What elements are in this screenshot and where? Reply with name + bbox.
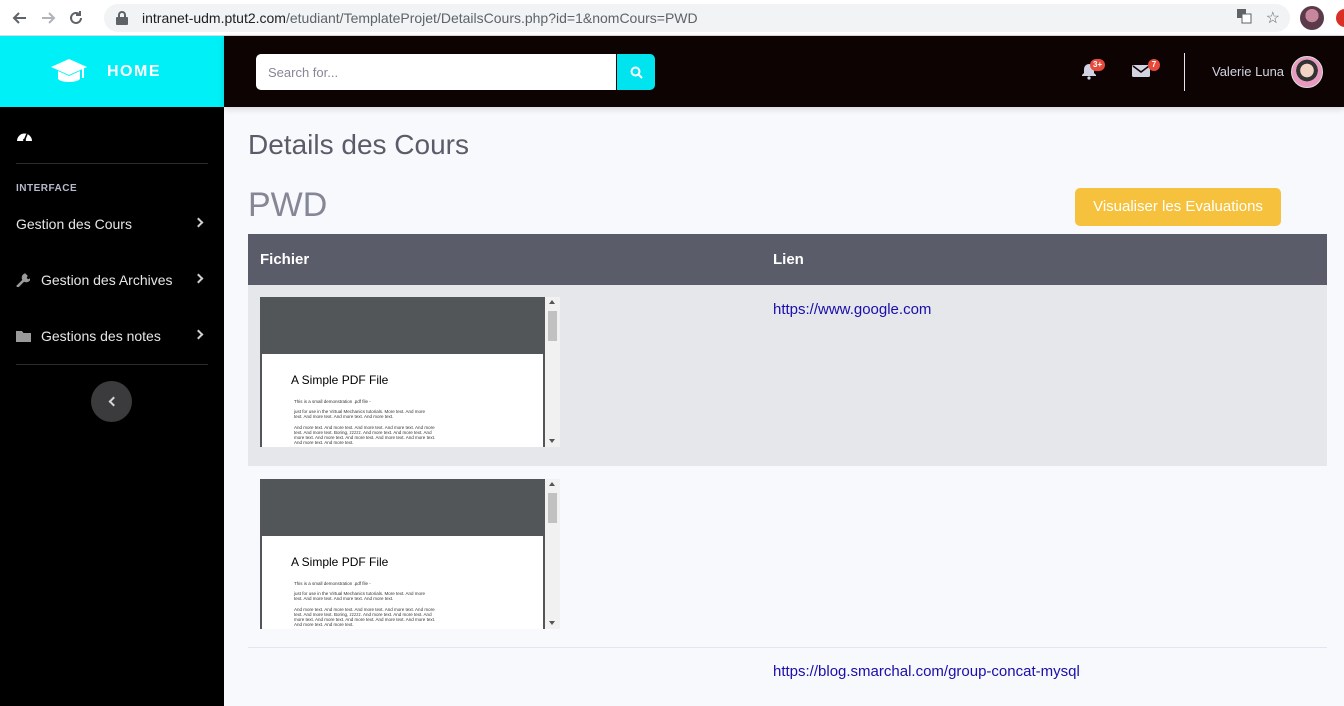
pdf-text: just for use in the Virtual Mechanics tu… [294, 591, 425, 601]
sidebar-divider [16, 163, 208, 164]
sidebar: HOME INTERFACE Gestion des Cours Gestion… [0, 36, 224, 706]
sidebar-item-label: Gestion des Archives [41, 272, 173, 288]
search-input[interactable] [256, 54, 616, 90]
search-button[interactable] [617, 54, 655, 90]
user-avatar[interactable] [1291, 56, 1323, 88]
course-files-table: Fichier Lien A Simple PDF File This is a… [248, 234, 1327, 706]
graduation-cap-icon [50, 57, 88, 87]
chevron-left-icon [108, 396, 118, 407]
chevron-right-icon [193, 217, 204, 228]
chevron-right-icon [193, 273, 204, 284]
scrollbar-thumb[interactable] [548, 493, 557, 523]
lock-icon [116, 11, 128, 25]
alerts-count-badge: 3+ [1090, 59, 1106, 71]
star-icon[interactable]: ☆ [1266, 8, 1280, 29]
pdf-text: This is a small demonstration .pdf file … [294, 399, 371, 404]
forward-arrow-icon[interactable] [34, 4, 62, 32]
reload-icon[interactable] [62, 4, 90, 32]
folder-icon [16, 330, 41, 342]
brand-text: HOME [107, 62, 161, 80]
pdf-page: A Simple PDF File This is a small demons… [262, 354, 543, 447]
sidebar-item-gestions-notes[interactable]: Gestions des notes [16, 324, 208, 348]
pdf-viewer-background: A Simple PDF File This is a small demons… [260, 479, 545, 629]
pdf-scrollbar[interactable] [545, 297, 560, 447]
pdf-text: just for use in the Virtual Mechanics tu… [294, 409, 425, 419]
view-evaluations-button[interactable]: Visualiser les Evaluations [1075, 188, 1281, 226]
pdf-title: A Simple PDF File [291, 555, 389, 569]
extension-icon[interactable] [1336, 9, 1344, 27]
pdf-text: This is a small demonstration .pdf file … [294, 581, 371, 586]
course-link[interactable]: https://www.google.com [773, 301, 931, 318]
chevron-right-icon [193, 329, 204, 340]
search-icon [630, 66, 643, 79]
pdf-text: And more text. And more text. And more t… [294, 425, 436, 445]
scroll-up-arrow-icon[interactable] [549, 482, 555, 486]
pdf-viewer[interactable]: A Simple PDF File This is a small demons… [260, 479, 560, 629]
pdf-page: A Simple PDF File This is a small demons… [262, 536, 543, 629]
dashboard-gauge-icon[interactable] [16, 128, 33, 142]
sidebar-toggle-button[interactable] [91, 381, 132, 422]
url-text: intranet-udm.ptut2.com/etudiant/Template… [142, 10, 698, 26]
pdf-scrollbar[interactable] [545, 479, 560, 629]
column-header-file: Fichier [260, 251, 310, 268]
scroll-up-arrow-icon[interactable] [549, 300, 555, 304]
pdf-viewer[interactable]: A Simple PDF File This is a small demons… [260, 297, 560, 447]
pdf-text: And more text. And more text. And more t… [294, 607, 436, 627]
table-row: https://blog.smarchal.com/group-concat-m… [248, 648, 1327, 706]
topbar-divider [1184, 53, 1185, 91]
messages-count-badge: 7 [1148, 59, 1160, 71]
course-code: PWD [248, 186, 328, 224]
table-row: A Simple PDF File This is a small demons… [248, 285, 1327, 466]
browser-profile-avatar[interactable] [1300, 6, 1324, 30]
pdf-title: A Simple PDF File [291, 373, 389, 387]
browser-toolbar: intranet-udm.ptut2.com/etudiant/Template… [0, 0, 1344, 36]
topbar: 3+ 7 Valerie Luna [224, 36, 1344, 107]
course-link[interactable]: https://blog.smarchal.com/group-concat-m… [773, 663, 1080, 680]
scrollbar-thumb[interactable] [548, 311, 557, 341]
table-row: A Simple PDF File This is a small demons… [248, 466, 1327, 648]
sidebar-heading: INTERFACE [16, 183, 78, 194]
sidebar-divider [16, 364, 208, 365]
sidebar-item-gestion-archives[interactable]: Gestion des Archives [16, 268, 208, 292]
scroll-down-arrow-icon[interactable] [549, 621, 555, 625]
wrench-icon [16, 273, 41, 287]
pdf-viewer-background: A Simple PDF File This is a small demons… [260, 297, 545, 447]
address-bar[interactable]: intranet-udm.ptut2.com/etudiant/Template… [104, 4, 1290, 32]
column-header-link: Lien [773, 251, 804, 268]
scroll-down-arrow-icon[interactable] [549, 439, 555, 443]
sidebar-brand[interactable]: HOME [0, 36, 224, 107]
page-title: Details des Cours [248, 129, 469, 160]
back-arrow-icon[interactable] [6, 4, 34, 32]
sidebar-item-gestion-cours[interactable]: Gestion des Cours [16, 212, 208, 236]
sidebar-item-label: Gestions des notes [41, 328, 161, 344]
user-name[interactable]: Valerie Luna [1212, 64, 1284, 79]
sidebar-item-label: Gestion des Cours [16, 216, 132, 232]
translate-icon[interactable] [1236, 8, 1252, 29]
table-header: Fichier Lien [248, 234, 1327, 285]
